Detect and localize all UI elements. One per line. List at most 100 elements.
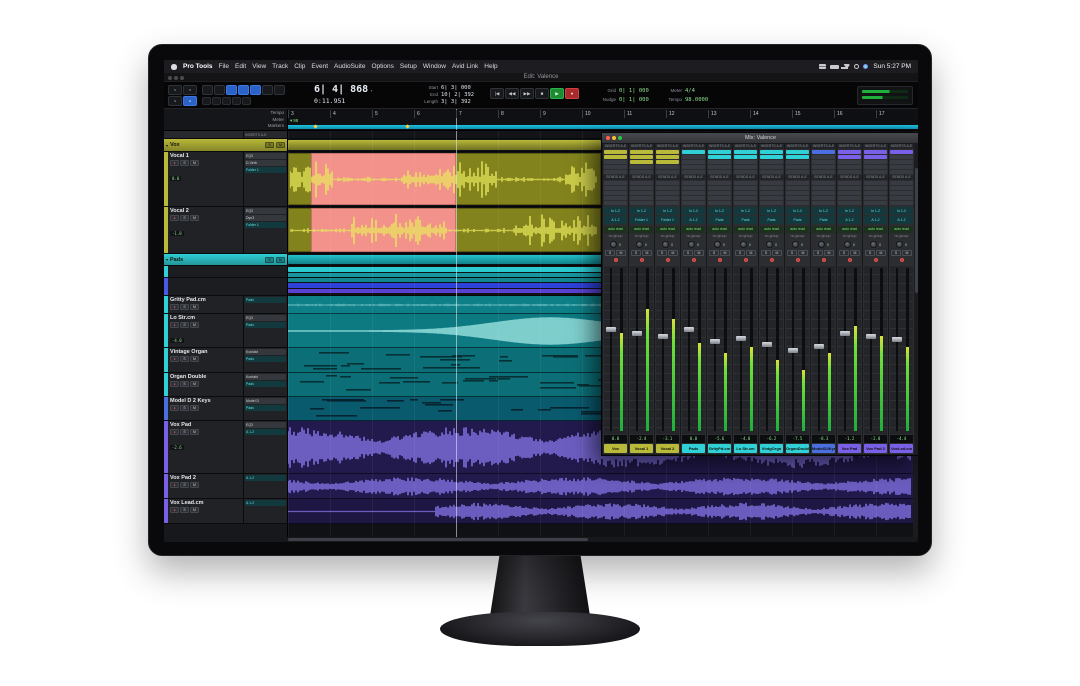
output-assignment[interactable]: A 1-2 <box>245 475 286 481</box>
insert-slot[interactable] <box>682 165 705 169</box>
strip-name[interactable]: Vocal 1 <box>630 444 653 453</box>
send-slot[interactable] <box>838 201 861 205</box>
solo-button[interactable]: S <box>180 356 189 362</box>
spotlight-icon[interactable] <box>854 64 859 69</box>
mixer-strip-pads[interactable]: INSERTS A-ESENDS A-EIn 1-2A 1-2auto read… <box>681 144 706 454</box>
insert-slot[interactable] <box>656 170 679 174</box>
solo-button[interactable]: S <box>735 250 745 256</box>
solo-button[interactable]: S <box>180 507 189 513</box>
select-tool[interactable] <box>226 85 237 95</box>
bar-number[interactable]: 16 <box>834 110 843 118</box>
play-button[interactable]: ▶ <box>550 88 564 99</box>
track-header-gritty-pad-cm[interactable]: Gritty Pad.cm●SMPads <box>164 296 287 314</box>
send-slot[interactable] <box>734 196 757 200</box>
insert-slot[interactable] <box>812 165 835 169</box>
send-slot[interactable] <box>734 201 757 205</box>
automation-mode[interactable]: auto read <box>734 226 757 233</box>
insert-slot[interactable] <box>734 150 757 154</box>
edit-lane-vox-pad-2[interactable] <box>288 474 913 499</box>
insert-slot[interactable] <box>604 170 627 174</box>
return-to-zero-button[interactable]: |◀ <box>490 88 504 99</box>
output-assignment[interactable]: Folder 1 <box>630 216 653 224</box>
record-button[interactable]: ● <box>565 88 579 99</box>
mute-button[interactable]: M <box>694 250 704 256</box>
mute-button[interactable]: M <box>876 250 886 256</box>
send-slot[interactable] <box>760 186 783 190</box>
insert-slot[interactable] <box>682 150 705 154</box>
send-slot[interactable] <box>760 181 783 185</box>
insert-slot[interactable] <box>604 165 627 169</box>
insert-slot[interactable] <box>630 160 653 164</box>
pan-knob[interactable] <box>610 241 617 248</box>
ruler-lane-tempo[interactable]: Tempo <box>167 110 284 116</box>
automation-mode[interactable]: auto read <box>656 226 679 233</box>
track-header-vox-pad[interactable]: Vox Pad●SM-2.6EQ3A 1-2 <box>164 421 287 474</box>
insert-slot[interactable] <box>656 165 679 169</box>
mute-button[interactable]: M <box>190 482 199 488</box>
mute-button[interactable]: M <box>190 405 199 411</box>
smart-tool[interactable] <box>274 85 285 95</box>
output-assignment[interactable]: Pads <box>245 322 286 328</box>
timeline-ruler[interactable]: ▾ 98 34567891011121314151617 <box>288 109 918 130</box>
record-enable-button[interactable]: ● <box>170 429 179 435</box>
insert-slot[interactable]: EQ3 <box>245 422 286 428</box>
record-enable-button[interactable]: ● <box>170 160 179 166</box>
output-assignment[interactable]: A 1-2 <box>864 216 887 224</box>
strip-name[interactable]: ModelD2Kys <box>812 444 835 453</box>
insert-slot[interactable] <box>760 150 783 154</box>
insert-slot[interactable] <box>864 150 887 154</box>
insert-slot[interactable] <box>708 160 731 164</box>
input-assignment[interactable]: In 1-2 <box>864 207 887 215</box>
input-assignment[interactable]: In 1-2 <box>708 207 731 215</box>
mode-button-slip[interactable]: S <box>168 96 182 106</box>
send-slot[interactable] <box>786 196 809 200</box>
close-icon[interactable] <box>168 76 172 80</box>
bar-number[interactable]: 4 <box>330 110 336 118</box>
menu-item-view[interactable]: View <box>252 63 266 70</box>
solo-button[interactable]: S <box>180 304 189 310</box>
record-enable-button[interactable] <box>666 258 670 262</box>
zoom-button-3[interactable] <box>222 97 231 105</box>
ruler-lane-meter[interactable]: Meter <box>167 117 284 123</box>
insert-slot[interactable] <box>734 165 757 169</box>
mute-button[interactable]: M <box>190 356 199 362</box>
send-slot[interactable] <box>864 191 887 195</box>
solo-button[interactable]: S <box>180 381 189 387</box>
fader-track[interactable] <box>610 268 612 431</box>
insert-slot[interactable] <box>864 155 887 159</box>
bar-number[interactable]: 8 <box>498 110 504 118</box>
solo-button[interactable]: S <box>631 250 641 256</box>
solo-button[interactable]: S <box>839 250 849 256</box>
pan-knob[interactable] <box>688 241 695 248</box>
mute-button[interactable]: M <box>190 429 199 435</box>
minimize-icon[interactable] <box>174 76 178 80</box>
mute-button[interactable]: M <box>276 142 285 148</box>
input-assignment[interactable]: In 1-2 <box>682 207 705 215</box>
mode-button-grid[interactable]: G <box>183 96 197 106</box>
apple-menu-icon[interactable] <box>171 64 177 70</box>
insert-slot[interactable] <box>734 160 757 164</box>
record-enable-button[interactable]: ● <box>170 507 179 513</box>
menu-item-avid-link[interactable]: Avid Link <box>452 63 478 70</box>
fader-handle[interactable] <box>892 337 902 342</box>
bar-number[interactable]: 15 <box>792 110 801 118</box>
bar-number[interactable]: 17 <box>876 110 885 118</box>
strip-name[interactable]: VintgOrgn <box>760 444 783 453</box>
siri-icon[interactable] <box>863 64 868 69</box>
insert-slot[interactable] <box>786 170 809 174</box>
pencil-tool[interactable] <box>262 85 273 95</box>
output-assignment[interactable]: Pads <box>760 216 783 224</box>
track-header-model-d-2-keys[interactable]: Model D 2 Keys●SMModel DPads <box>164 397 287 421</box>
track-header-track-4[interactable] <box>164 266 287 278</box>
mixer-scrollbar[interactable] <box>914 143 918 455</box>
mixer-strip-vocal-2[interactable]: INSERTS A-ESENDS A-EIn 1-2Folder 1auto r… <box>655 144 680 454</box>
input-assignment[interactable]: In 1-2 <box>786 207 809 215</box>
send-slot[interactable] <box>682 181 705 185</box>
send-slot[interactable] <box>838 191 861 195</box>
insert-slot[interactable] <box>682 155 705 159</box>
send-slot[interactable] <box>838 181 861 185</box>
solo-button[interactable]: S <box>683 250 693 256</box>
output-assignment[interactable]: A 1-2 <box>245 500 286 506</box>
pan-knob[interactable] <box>870 241 877 248</box>
markers-band[interactable] <box>288 125 918 129</box>
